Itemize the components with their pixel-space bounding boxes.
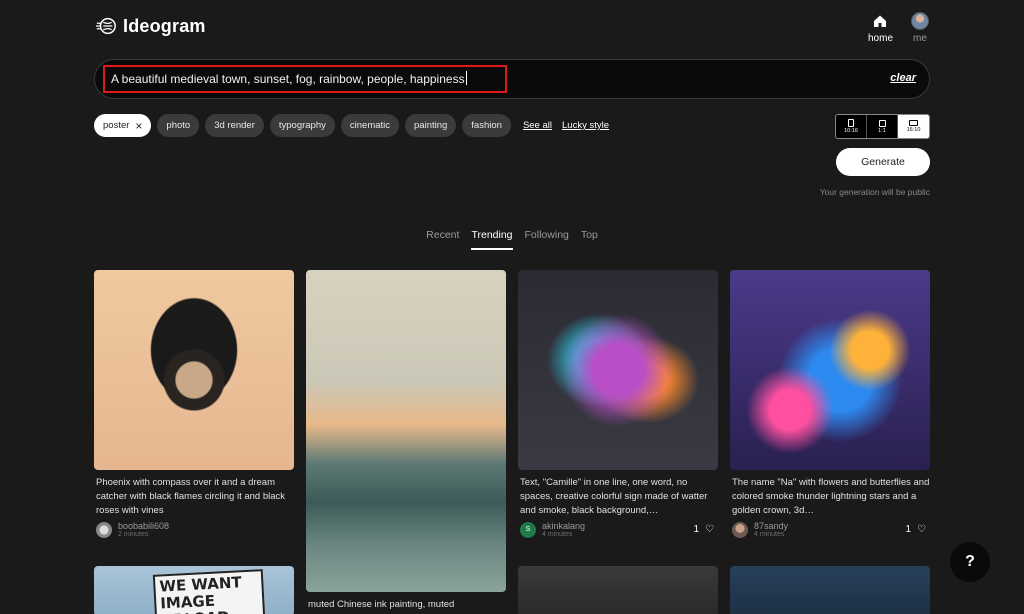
chip-typography[interactable]: typography [269,114,335,137]
tab-trending[interactable]: Trending [471,229,513,250]
ideogram-logo-icon [95,17,116,35]
nav-me-label: me [913,33,927,44]
card-image[interactable] [518,566,718,614]
feed-tabs: Recent Trending Following Top [0,229,1024,250]
image-card[interactable]: The name "Na" with flowers and butterfli… [730,270,930,538]
close-icon[interactable]: × [135,120,142,132]
card-caption: Text, "Camille" in one line, one word, n… [520,477,708,516]
image-card[interactable]: Phoenix with compass over it and a dream… [94,270,294,538]
image-card[interactable]: muted Chinese ink painting, muted [306,270,506,612]
like-count: 1 [905,524,912,535]
like-count: 1 [693,524,700,535]
lucky-style-link[interactable]: Lucky style [562,120,609,131]
card-image[interactable] [306,270,506,592]
text-caret [465,71,467,85]
chip-label: cinematic [349,120,391,131]
username[interactable]: 87sandy [754,521,788,531]
home-icon [871,12,889,30]
top-nav: home me [868,12,929,44]
aspect-ratio-toggle: 10:16 1:1 16:10 [835,114,930,139]
card-image[interactable]: WE WANT IMAGE UPLOAD [94,566,294,614]
nav-home-label: home [867,33,893,44]
chip-label: typography [278,120,326,131]
aspect-10-16-button[interactable]: 10:16 [836,115,867,138]
prompt-value: A beautiful medieval town, sunset, fog, … [111,72,465,86]
nav-home[interactable]: home [868,12,893,44]
username[interactable]: boobabili608 [118,521,169,531]
logo[interactable]: Ideogram [95,15,206,37]
card-caption: The name "Na" with flowers and butterfli… [732,477,930,516]
help-button[interactable]: ? [950,542,990,582]
chip-label: poster [103,120,130,131]
aspect-label: 16:10 [906,127,921,133]
see-all-link[interactable]: See all [523,120,552,131]
aspect-label: 1:1 [878,127,886,134]
image-card[interactable] [730,566,930,614]
tab-following[interactable]: Following [525,229,569,250]
card-image[interactable] [518,270,718,470]
timestamp: 2 minutes [118,531,149,538]
avatar [911,12,929,30]
chip-poster[interactable]: poster × [94,114,152,137]
prompt-bar[interactable]: A beautiful medieval town, sunset, fog, … [94,59,930,99]
card-image[interactable] [730,566,930,614]
avatar[interactable]: S [520,521,536,538]
style-chips: poster × photo 3d render typography cine… [94,114,609,137]
landscape-icon [909,120,918,126]
app-name: Ideogram [123,15,206,36]
timestamp: 4 minutes [754,531,785,538]
card-meta: 87sandy 4 minutes 1 ♡ [730,521,930,538]
chip-3d-render[interactable]: 3d render [205,114,264,137]
image-card[interactable]: Text, "Camille" in one line, one word, n… [518,270,718,538]
clear-button[interactable]: clear [890,72,916,84]
nav-me[interactable]: me [911,12,929,44]
avatar[interactable] [96,521,112,538]
chip-label: photo [166,120,191,131]
chip-painting[interactable]: painting [405,114,457,137]
square-icon [878,119,886,127]
image-card[interactable] [518,566,718,614]
chip-photo[interactable]: photo [157,114,200,137]
username[interactable]: akinkalang [542,521,585,531]
like-button[interactable]: 1 ♡ [693,524,714,535]
aspect-16-10-button[interactable]: 16:10 [898,115,929,138]
card-meta: boobabili608 2 minutes [94,521,294,538]
chip-fashion[interactable]: fashion [462,114,511,137]
portrait-icon [848,119,854,127]
avatar-letter: S [525,526,531,533]
heart-icon: ♡ [917,524,926,535]
public-note: Your generation will be public [819,187,930,197]
aspect-label: 10:16 [844,128,858,134]
chip-label: fashion [471,120,502,131]
card-image[interactable] [730,270,930,470]
prompt-input[interactable]: A beautiful medieval town, sunset, fog, … [111,71,467,86]
tab-recent[interactable]: Recent [426,229,459,250]
aspect-1-1-button[interactable]: 1:1 [867,115,898,138]
like-button[interactable]: 1 ♡ [905,524,926,535]
chip-label: painting [414,120,448,131]
card-meta: S akinkalang 4 minutes 1 ♡ [518,521,718,538]
heart-icon: ♡ [705,524,714,535]
card-caption: muted Chinese ink painting, muted [308,599,455,610]
chip-label: 3d render [214,120,255,131]
avatar[interactable] [732,521,748,538]
chip-cinematic[interactable]: cinematic [340,114,400,137]
timestamp: 4 minutes [542,531,573,538]
poster-sign: WE WANT IMAGE UPLOAD [152,569,266,614]
card-image[interactable] [94,270,294,470]
generate-button[interactable]: Generate [836,148,930,176]
tab-top[interactable]: Top [581,229,598,250]
image-card[interactable]: WE WANT IMAGE UPLOAD [94,566,294,614]
card-caption: Phoenix with compass over it and a dream… [96,477,286,516]
